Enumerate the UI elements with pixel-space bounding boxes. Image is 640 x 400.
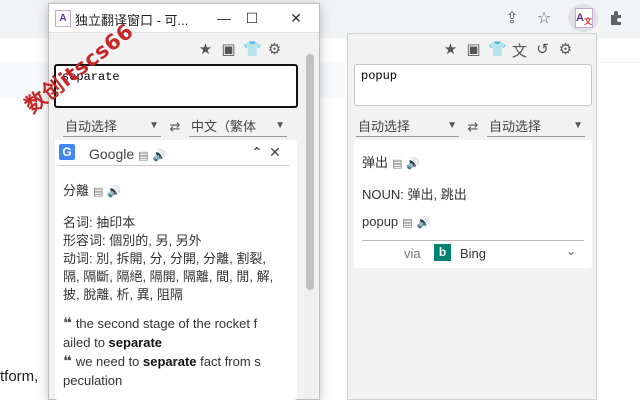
example-sentence: ❝ the second stage of the rocket f ailed … bbox=[63, 314, 291, 352]
google-logo-icon: G bbox=[59, 144, 75, 160]
popup-source-lang-label: 自动选择 bbox=[358, 119, 411, 134]
popup-toolbar: ★ ▣ 👕 文 ↺ ⚙ bbox=[442, 40, 574, 61]
app-logo-icon: A bbox=[55, 10, 71, 27]
example-keyword: separate bbox=[143, 354, 197, 369]
chevron-down-icon: ▼ bbox=[573, 120, 583, 131]
popup-target-lang-label: 自动选择 bbox=[489, 119, 542, 134]
divider bbox=[362, 240, 584, 241]
dict-line: 隔, 隔斷, 隔絕, 隔開, 隔離, 間, 閒, 解, bbox=[63, 269, 274, 284]
example-text: peculation bbox=[63, 373, 123, 388]
example-text: ailed to bbox=[63, 335, 109, 350]
speaker-icon[interactable]: 🔊 bbox=[153, 150, 167, 162]
dict-line: 名词: 抽印本 bbox=[63, 215, 136, 230]
copy-icon[interactable]: ▤ bbox=[138, 150, 148, 162]
example-sentence: ❝ we need to separate fact from s peculat… bbox=[63, 352, 291, 390]
window-source-lang-select[interactable]: 自动选择 ▼ bbox=[63, 116, 161, 137]
dict-line: 动词: 別, 拆開, 分, 分開, 分離, 割裂, bbox=[63, 251, 266, 266]
window-target-lang-select[interactable]: 中文（繁体 ▼ bbox=[189, 116, 287, 137]
extension-logo-icon[interactable]: A文 bbox=[575, 8, 593, 28]
maximize-button[interactable]: ☐ bbox=[241, 8, 263, 28]
star-icon[interactable]: ★ bbox=[197, 40, 214, 58]
window-lang-row: 自动选择 ▼ ⇄ 中文（繁体 ▼ bbox=[63, 116, 287, 137]
dict-line: 披, 脫離, 析, 異, 阻隔 bbox=[63, 287, 183, 302]
collection-icon[interactable]: ▣ bbox=[465, 40, 482, 61]
copy-icon[interactable]: ▤ bbox=[392, 158, 402, 170]
popup-result-word: 弹出 ▤ 🔊 bbox=[362, 152, 420, 171]
chevron-down-icon[interactable]: ⌄ bbox=[566, 244, 576, 258]
example-text: fact from s bbox=[196, 354, 261, 369]
popup-original-word: popup ▤ 🔊 bbox=[362, 214, 430, 229]
popup-input[interactable]: popup bbox=[354, 64, 592, 106]
translate-popup: ★ ▣ 👕 文 ↺ ⚙ popup 自动选择 ▼ ⇄ 自动选择 ▼ 弹出 ▤ 🔊 NOU… bbox=[347, 33, 597, 400]
popup-source-lang-select[interactable]: 自动选择 ▼ bbox=[356, 116, 459, 137]
window-title: 独立翻译窗口 - 可... bbox=[75, 13, 189, 28]
popup-noun-line: NOUN: 弹出, 跳出 bbox=[362, 187, 467, 202]
star-icon[interactable]: ★ bbox=[442, 40, 459, 61]
copy-icon[interactable]: ▤ bbox=[93, 186, 103, 198]
main-translation: 分離 ▤ 🔊 bbox=[63, 180, 121, 199]
bing-logo-icon: b bbox=[434, 244, 451, 261]
dict-line: 形容词: 個別的, 另, 另外 bbox=[63, 233, 202, 248]
tshirt-icon[interactable]: 👕 bbox=[488, 40, 507, 61]
quote-icon: ❝ bbox=[63, 315, 72, 332]
speaker-icon[interactable]: 🔊 bbox=[417, 217, 431, 229]
example-text: the second stage of the rocket f bbox=[75, 316, 258, 331]
window-target-lang-label: 中文（繁体 bbox=[191, 119, 257, 134]
window-titlebar: A 独立翻译窗口 - 可... — ☐ ✕ bbox=[49, 4, 319, 33]
scrollbar[interactable] bbox=[303, 52, 317, 399]
engine-name: Google bbox=[89, 146, 135, 162]
gear-icon[interactable]: ⚙ bbox=[557, 40, 574, 61]
popup-result-card: 弹出 ▤ 🔊 NOUN: 弹出, 跳出 popup ▤ 🔊 via b Bing ⌄ bbox=[354, 140, 592, 268]
minimize-button[interactable]: — bbox=[213, 8, 235, 28]
engine-name: Bing bbox=[460, 246, 487, 261]
popup-result-word-text: 弹出 bbox=[362, 155, 389, 170]
star-icon[interactable]: ☆ bbox=[535, 10, 553, 28]
collapse-icon[interactable]: ⌃ bbox=[251, 144, 263, 161]
share-icon[interactable]: ⇪ bbox=[503, 10, 521, 28]
speaker-icon[interactable]: 🔊 bbox=[107, 186, 121, 198]
divider bbox=[59, 165, 289, 166]
scrollbar-thumb[interactable] bbox=[306, 54, 314, 290]
engine-label: Google ▤ 🔊 bbox=[89, 146, 166, 162]
chevron-down-icon: ▼ bbox=[275, 120, 285, 131]
page-text-fragment: tform, bbox=[0, 368, 39, 385]
close-icon[interactable]: ✕ bbox=[269, 144, 281, 161]
main-translation-text: 分離 bbox=[63, 183, 90, 198]
example-keyword: separate bbox=[108, 335, 163, 350]
window-toolbar: ★ ▣ 👕 ⚙ bbox=[197, 40, 283, 58]
window-result-card: G Google ▤ 🔊 ⌃ ✕ 分離 ▤ 🔊 名词: 抽印本 形容词: 個別的, 另,… bbox=[55, 140, 297, 400]
collection-icon[interactable]: ▣ bbox=[220, 40, 237, 58]
popup-target-lang-select[interactable]: 自动选择 ▼ bbox=[487, 116, 585, 137]
swap-icon[interactable]: ⇄ bbox=[459, 119, 487, 135]
via-label: via bbox=[404, 246, 421, 261]
example-text: we need to bbox=[75, 354, 144, 369]
gear-icon[interactable]: ⚙ bbox=[266, 40, 283, 58]
window-source-lang-label: 自动选择 bbox=[65, 119, 118, 134]
popup-lang-row: 自动选择 ▼ ⇄ 自动选择 ▼ bbox=[356, 116, 585, 137]
speaker-icon[interactable]: 🔊 bbox=[406, 158, 420, 170]
popup-original-word-text: popup bbox=[362, 214, 399, 229]
copy-icon[interactable]: ▤ bbox=[402, 217, 412, 229]
close-button[interactable]: ✕ bbox=[285, 8, 307, 28]
quote-icon: ❝ bbox=[63, 353, 72, 370]
puzzle-icon[interactable] bbox=[607, 10, 625, 28]
translate-icon[interactable]: 文 bbox=[511, 40, 528, 61]
chevron-down-icon: ▼ bbox=[149, 120, 159, 131]
tshirt-icon[interactable]: 👕 bbox=[243, 40, 262, 58]
chevron-down-icon: ▼ bbox=[447, 120, 457, 131]
history-icon[interactable]: ↺ bbox=[534, 40, 551, 61]
swap-icon[interactable]: ⇄ bbox=[161, 119, 189, 135]
